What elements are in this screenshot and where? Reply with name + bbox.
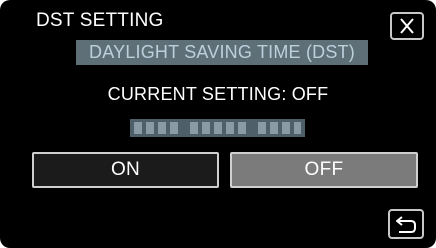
current-setting-text: CURRENT SETTING: OFF <box>107 84 329 104</box>
page-subtitle: DAYLIGHT SAVING TIME (DST) <box>76 40 368 65</box>
return-arrow-icon <box>396 216 416 233</box>
off-button[interactable]: OFF <box>230 152 418 188</box>
time-placeholder-bar <box>130 119 305 137</box>
back-button[interactable] <box>388 209 424 239</box>
page-title: DST SETTING <box>36 10 164 31</box>
close-icon <box>400 18 414 34</box>
dst-setting-screen: DST SETTING DAYLIGHT SAVING TIME (DST) C… <box>0 0 436 248</box>
close-button[interactable] <box>390 12 424 40</box>
on-button[interactable]: ON <box>32 152 219 188</box>
